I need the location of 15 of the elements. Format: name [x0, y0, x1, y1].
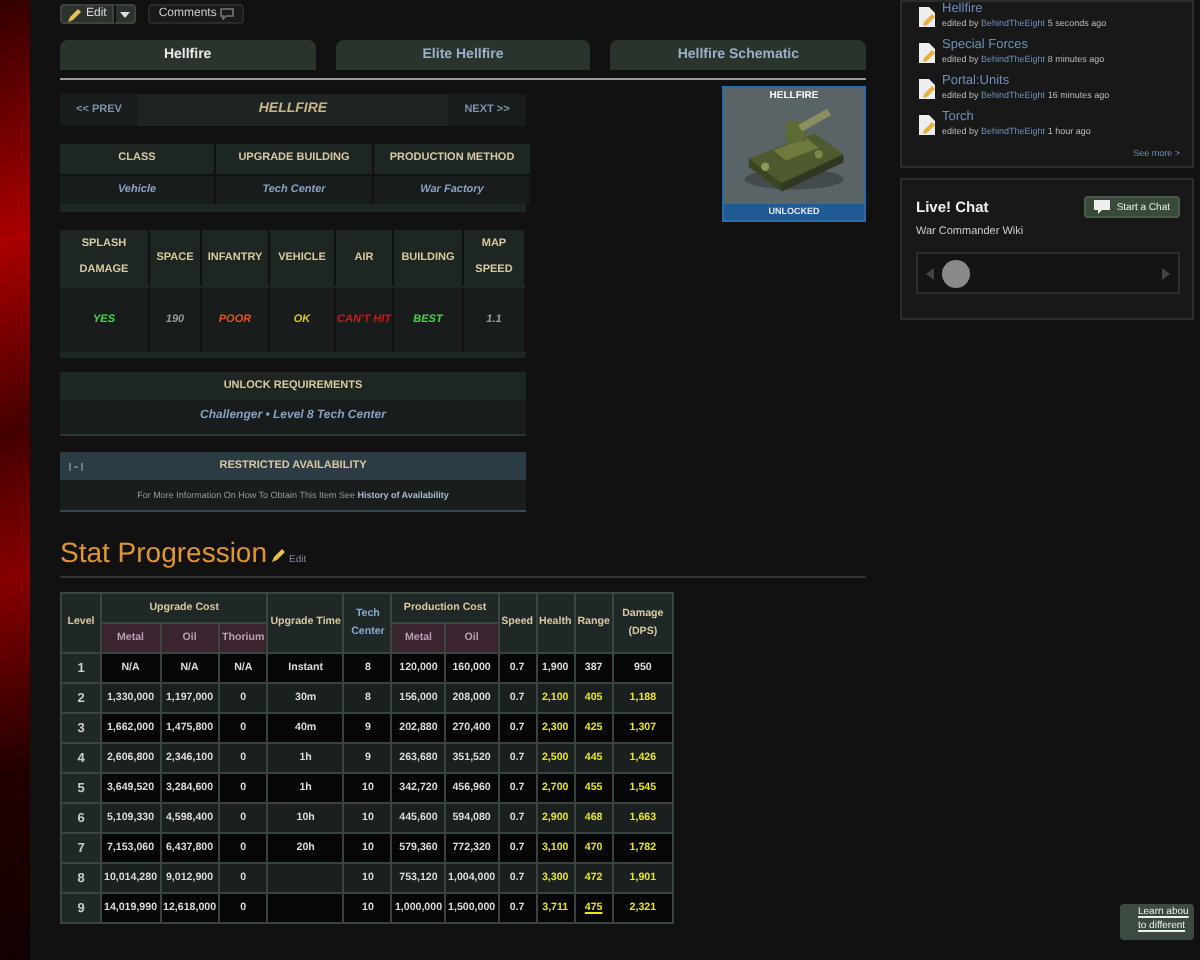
page-icon — [918, 78, 936, 100]
caret-icon — [120, 11, 131, 17]
speech-bubble-icon — [220, 8, 235, 20]
avatar[interactable] — [942, 259, 970, 287]
right-arrow-icon[interactable] — [1162, 267, 1170, 279]
page-icon — [918, 6, 936, 28]
toggle-icon[interactable] — [68, 461, 84, 471]
page-icon — [918, 42, 936, 64]
dropdown-button[interactable] — [114, 4, 137, 24]
left-arrow-icon[interactable] — [926, 267, 934, 279]
section-heading: Stat Progression — [60, 536, 267, 568]
pencil-icon — [271, 548, 285, 562]
pencil-icon — [68, 7, 82, 21]
page-icon — [918, 114, 936, 136]
speech-bubble-icon — [1094, 200, 1111, 214]
